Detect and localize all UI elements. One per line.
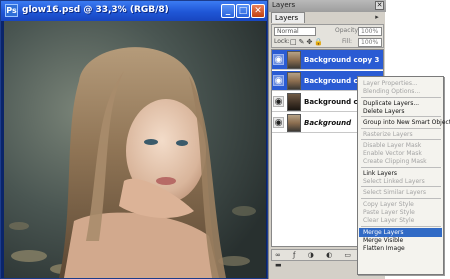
lock-label: Lock: [274,38,290,45]
menu-separator [361,116,441,118]
menu-separator [361,138,441,140]
portrait-image [4,21,266,278]
menu-item-blending-options[interactable]: Blending Options... [359,87,442,96]
lock-icons[interactable]: □✎✥🔒 [290,38,325,46]
maximize-button[interactable]: □ [236,4,250,18]
document-titlebar[interactable]: Ps glow16.psd @ 33,3% (RGB/8) _ □ ✕ [1,1,267,21]
menu-separator [361,166,441,168]
menu-item-select-similar-layers[interactable]: Select Similar Layers [359,188,442,197]
menu-separator [361,186,441,188]
menu-separator [361,225,441,227]
opacity-label: Opacity: [335,27,360,34]
layer-thumbnail [287,51,301,69]
layer-thumbnail [287,72,301,90]
photoshop-app-icon: Ps [5,4,18,17]
menu-item-group-into-new-smart-object[interactable]: Group into New Smart Object [359,118,450,127]
layer-options-bar: Normal Opacity: 100% Lock: □✎✥🔒 Fill: 10… [271,24,384,48]
layer-row-background-copy-3[interactable]: ◉ Background copy 3 [272,50,383,70]
visibility-eye-icon[interactable]: ◉ [273,54,284,65]
close-button[interactable]: ✕ [251,4,265,18]
canvas-photo[interactable] [4,21,266,278]
menu-item-select-linked-layers[interactable]: Select Linked Layers [359,177,442,186]
minimize-button[interactable]: _ [221,4,235,18]
layer-thumbnail [287,114,301,132]
layers-panel-title: Layers [272,1,296,9]
layer-name: Background [304,119,352,127]
layer-thumbnail [287,93,301,111]
tab-layers[interactable]: Layers [271,12,305,23]
document-title: glow16.psd @ 33,3% (RGB/8) [22,5,169,15]
fill-label: Fill: [342,38,353,45]
panel-menu-icon[interactable]: ▸ [372,13,382,22]
opacity-field[interactable]: 100% [358,27,382,36]
menu-item-flatten-image[interactable]: Flatten Image [359,244,442,253]
layer-name: Background copy 3 [304,56,380,64]
layers-context-menu: Layer Properties... Blending Options... Du… [357,76,450,275]
blend-mode-select[interactable]: Normal [274,27,316,36]
visibility-eye-icon[interactable]: ◉ [273,96,284,107]
visibility-eye-icon[interactable]: ◉ [273,117,284,128]
layers-panel-titlebar[interactable]: Layers ✕ [269,0,386,12]
menu-separator [361,127,441,129]
menu-item-clear-layer-style[interactable]: Clear Layer Style [359,216,442,225]
menu-item-rasterize-layers[interactable]: Rasterize Layers [359,130,442,139]
panel-close-icon[interactable]: ✕ [375,1,384,10]
document-window: Ps glow16.psd @ 33,3% (RGB/8) _ □ ✕ [0,0,268,279]
menu-separator [361,197,441,199]
menu-item-create-clipping-mask[interactable]: Create Clipping Mask [359,157,442,166]
fill-field[interactable]: 100% [358,38,382,47]
visibility-eye-icon[interactable]: ◉ [273,75,284,86]
menu-item-delete-layers[interactable]: Delete Layers [359,107,442,116]
menu-separator [361,96,441,98]
